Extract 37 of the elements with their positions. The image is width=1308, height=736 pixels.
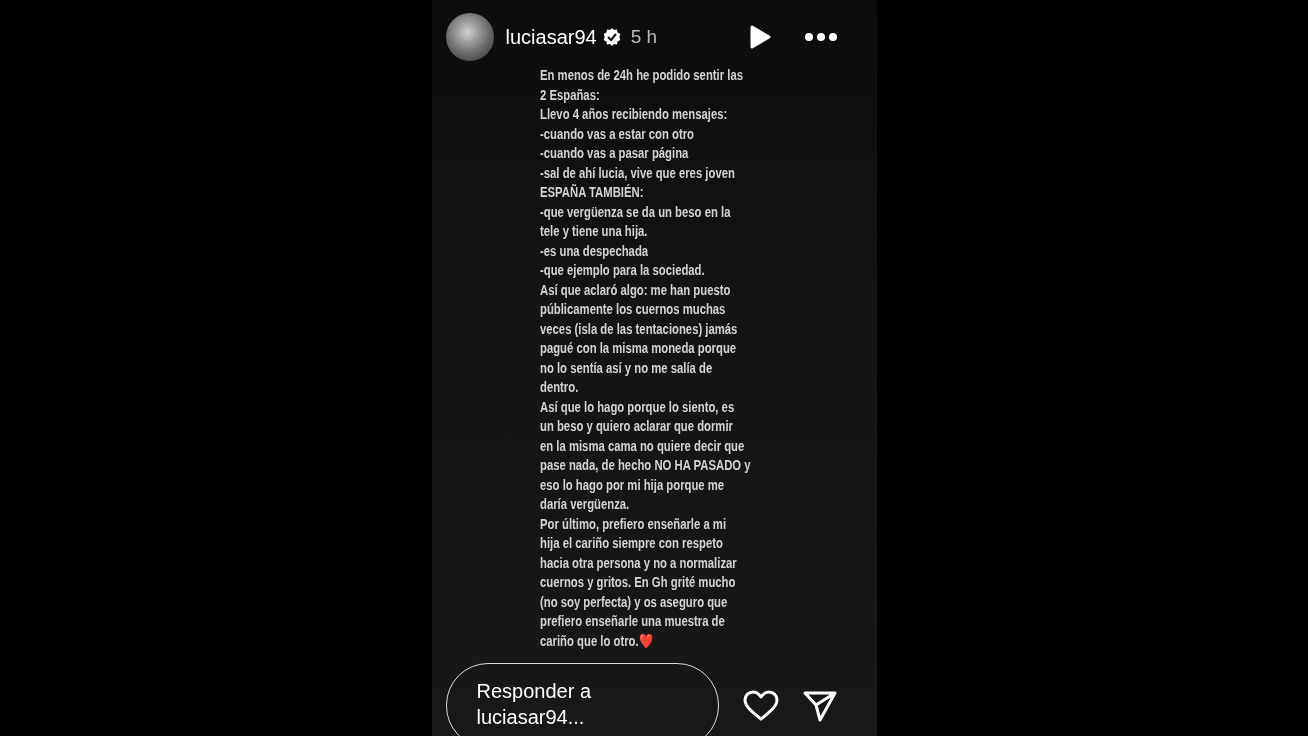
story-text-line: públicamente los cuernos muchas [539, 300, 725, 319]
post-time: 5 h [630, 26, 658, 48]
story-text-line: -que vergüenza se da un beso en la [539, 202, 730, 222]
story-text-line: prefiero enseñarle una muestra de [539, 612, 725, 631]
story-text-line: Por último, prefiero enseñarle a mi [539, 514, 726, 534]
story-text-line: -sal de ahí lucia, vive que eres joven [539, 163, 735, 183]
story-text-line: pase nada, de hecho NO HA PASADO y [539, 456, 751, 475]
story-text-line: -cuando vas a pasar página [539, 144, 688, 163]
story-text-line: -que ejemplo para la sociedad. [539, 261, 705, 280]
story-text-line: tele y tiene una hija. [539, 222, 647, 241]
heart-icon[interactable] [742, 689, 779, 722]
play-icon[interactable] [748, 25, 771, 49]
username[interactable]: luciasar94 [505, 25, 597, 49]
story-text-line: cariño que lo otro.❤ [539, 631, 653, 651]
story-text-line: (no soy perfecta) y os aseguro que [539, 592, 727, 612]
story-text-line: -cuando vas a estar con otro [539, 124, 694, 144]
story-text-line: hija el cariño siempre con respeto [539, 534, 723, 553]
story-text-line: 2 Españas: [539, 85, 600, 105]
story-text-line: veces (isla de las tentaciones) jamás [539, 319, 737, 339]
story-text-line: Llevo 4 años recibiendo mensajes: [539, 105, 727, 124]
story-text-line: eso lo hago por mi hija porque me [539, 475, 724, 495]
story-text-line: ESPAÑA TAMBIÉN: [539, 183, 643, 202]
more-icon[interactable] [804, 33, 837, 41]
story-text-line: cuernos y gritos. En Gh grité mucho [539, 573, 735, 592]
story-text-line: daría vergüenza. [539, 495, 629, 514]
story-text-line: -es una despechada [539, 241, 648, 261]
story-text-line: En menos de 24h he podido sentir las [539, 66, 743, 85]
story-text-line: un beso y quiero aclarar que dormir [539, 417, 733, 436]
send-icon[interactable] [802, 689, 837, 722]
story-text-line: Así que aclaró algo: me han puesto [539, 280, 730, 300]
avatar[interactable] [445, 13, 494, 61]
story-text-line: no lo sentía así y no me salía de [539, 358, 712, 378]
story-text-line: Así que lo hago porque lo siento, es [539, 397, 734, 417]
story-text-line: pagué con la misma moneda porque [539, 339, 736, 358]
story-text-line: hacia otra persona y no a normalizar [539, 553, 737, 573]
story-text-line: dentro. [539, 378, 578, 397]
story-text-line: en la misma cama no quiere decir que [539, 436, 744, 456]
